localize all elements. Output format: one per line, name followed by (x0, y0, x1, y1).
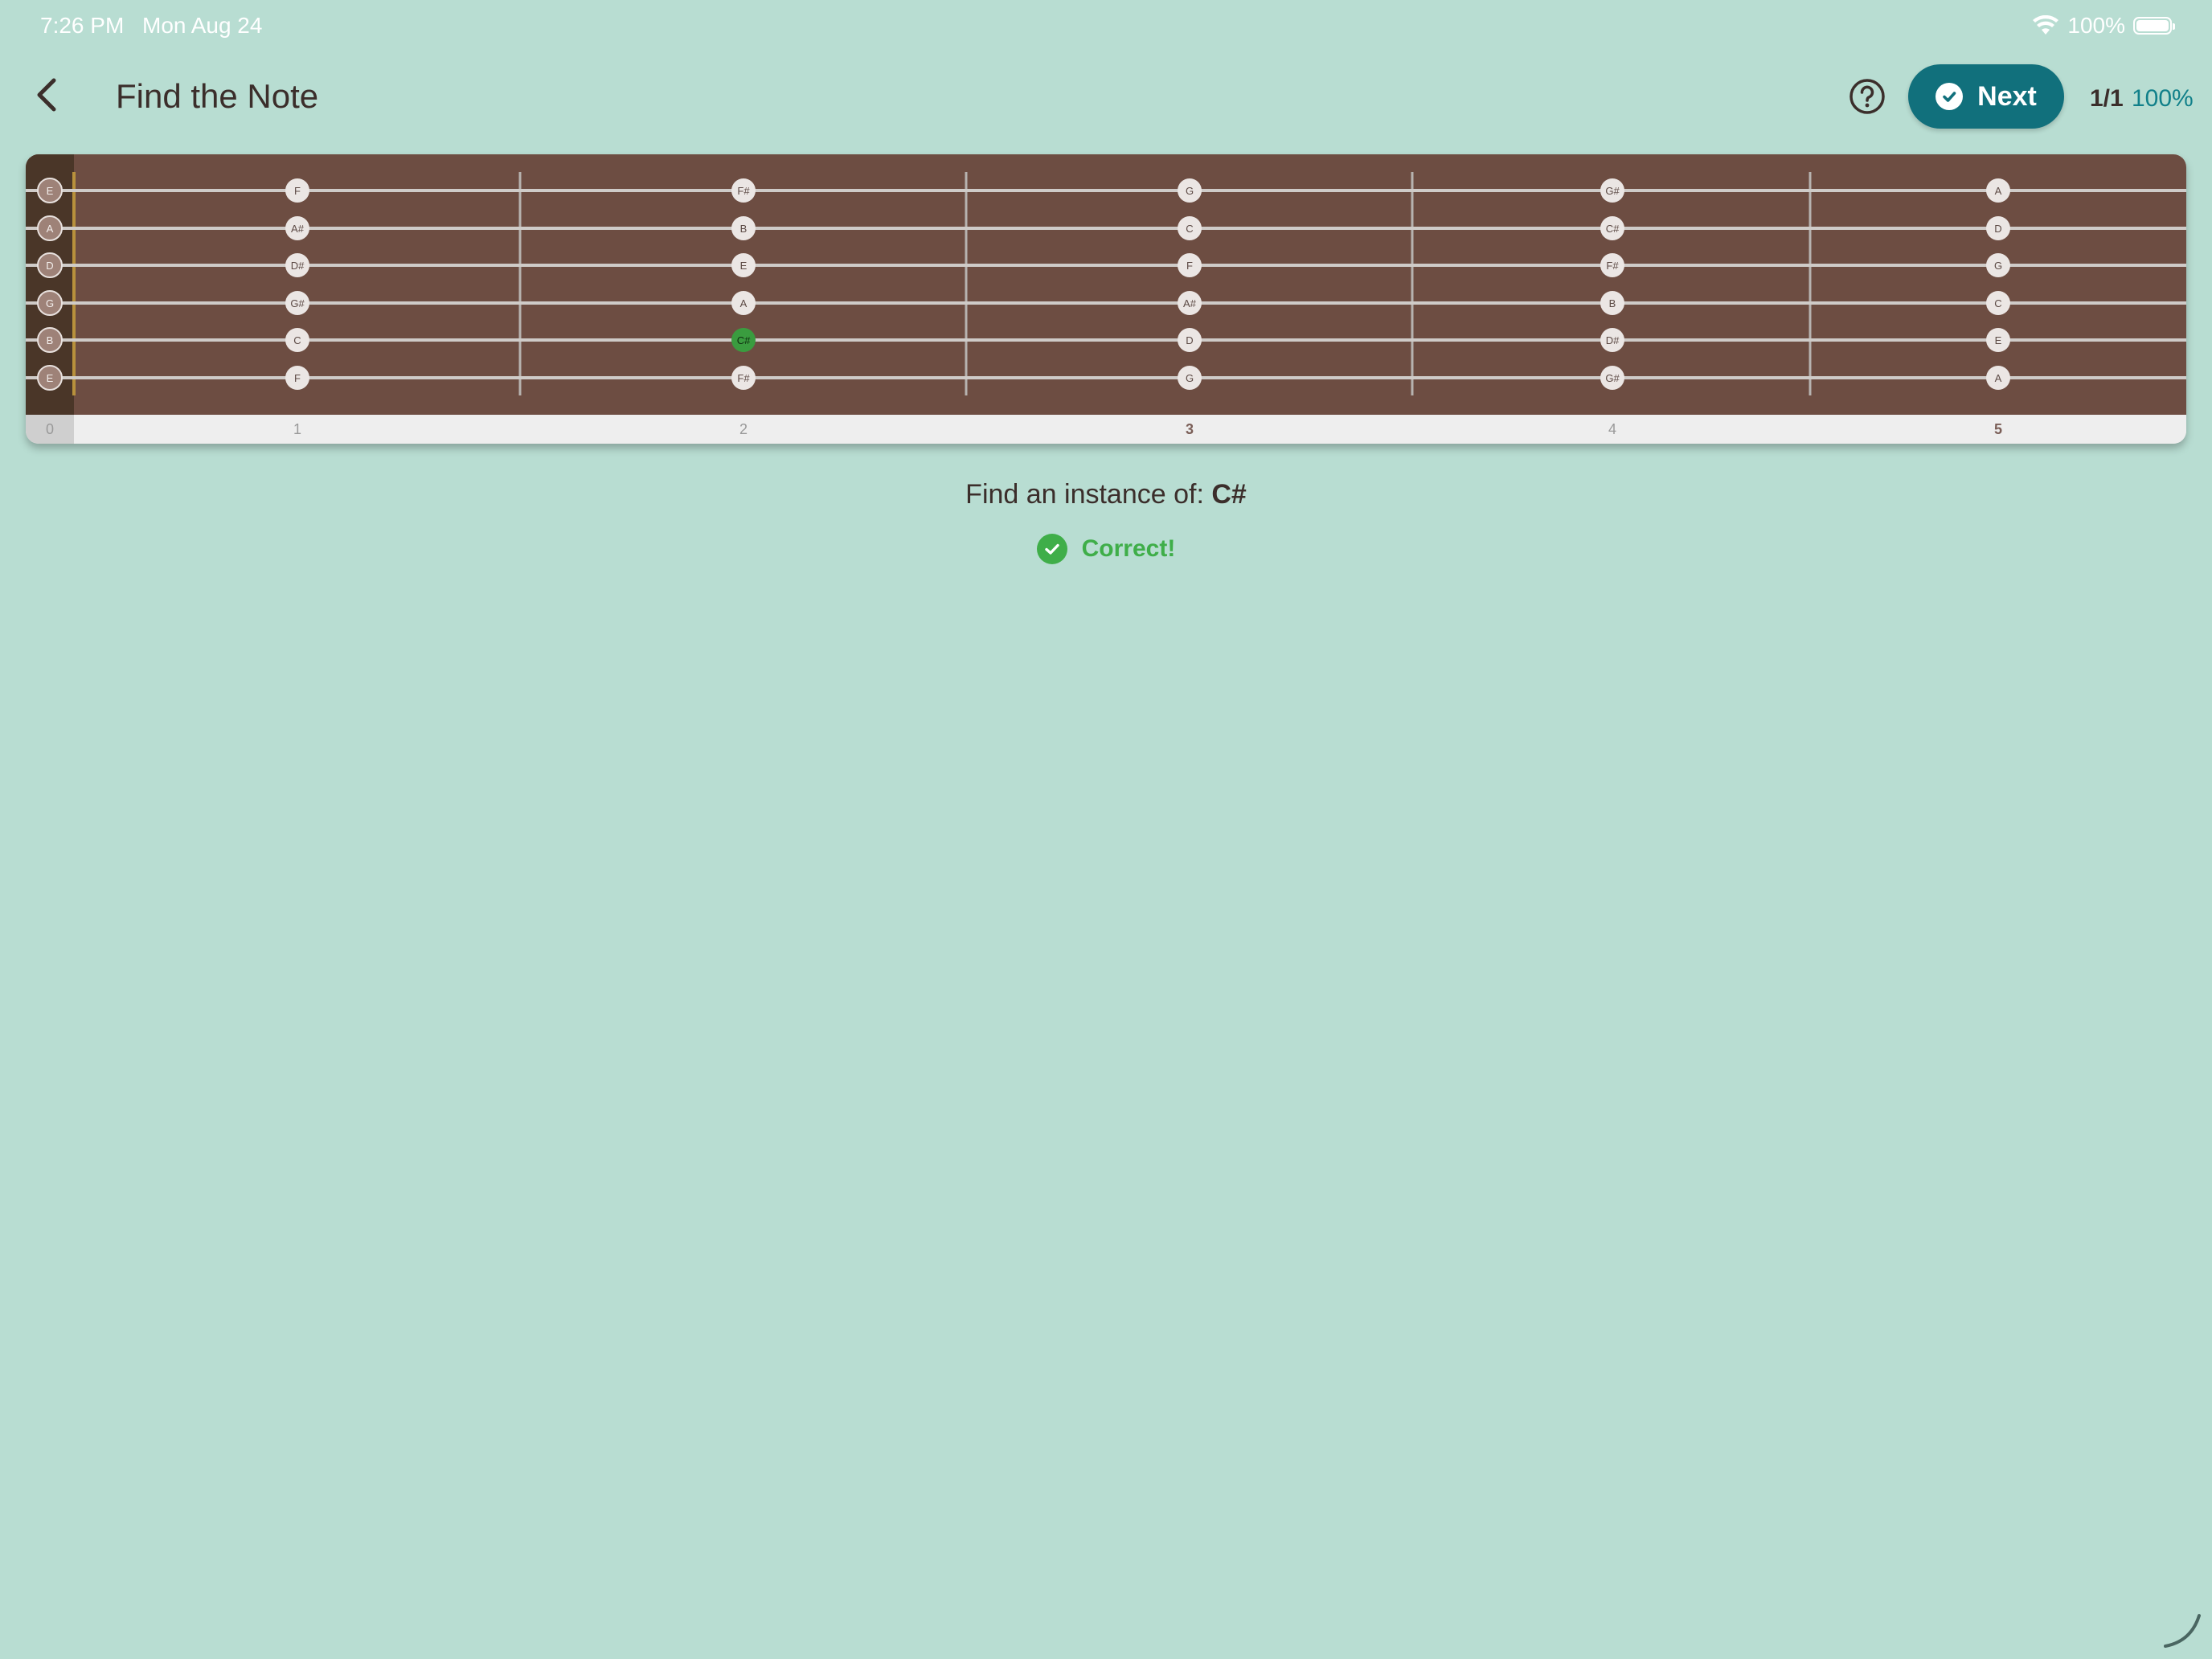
fret-number: 2 (739, 421, 748, 437)
fret-number-strip (74, 415, 2186, 444)
note-label: B (740, 223, 748, 235)
wifi-icon (2033, 15, 2059, 35)
page-title: Find the Note (116, 77, 319, 115)
guitar-string (26, 376, 2186, 379)
status-indicators: 100% (2032, 13, 2175, 39)
next-button-label: Next (1977, 80, 2037, 112)
note-label: C (293, 334, 301, 346)
note-label: G (1994, 260, 2002, 272)
back-button[interactable] (24, 72, 69, 117)
note-label: E (1995, 334, 2002, 346)
note-label: A (1995, 185, 2002, 197)
target-note: C# (1211, 479, 1247, 510)
fret-wire (518, 172, 522, 395)
note-label: G# (290, 297, 305, 309)
note-label: B (1609, 297, 1616, 309)
check-circle-icon (1036, 534, 1067, 564)
battery-percent: 100% (2067, 13, 2125, 38)
note-label: E (740, 260, 748, 272)
resize-handle-icon (2164, 1614, 2201, 1648)
progress-count: 1/1 (2090, 85, 2124, 112)
prompt-text: Find an instance of: (965, 479, 1212, 510)
open-string-label: G (46, 297, 54, 309)
note-label: G (1186, 372, 1194, 384)
note-label: F# (737, 372, 750, 384)
guitar-string (26, 189, 2186, 192)
feedback-text: Correct! (1081, 535, 1176, 562)
check-circle-icon (1936, 83, 1964, 110)
note-label: C# (737, 334, 751, 346)
note-label: F# (737, 185, 750, 197)
open-string-label: B (47, 334, 54, 346)
fret-number: 1 (293, 421, 301, 437)
fret-number: 5 (1994, 421, 2002, 437)
note-label: F# (1606, 260, 1619, 272)
note-label: G (1186, 185, 1194, 197)
question-prompt: Find an instance of: C# (0, 479, 2212, 510)
next-button[interactable]: Next (1908, 64, 2064, 129)
top-bar: Find the Note Next 1/1 100% (0, 56, 2212, 137)
fret-number: 4 (1608, 421, 1616, 437)
status-time: 7:26 PM (40, 13, 125, 38)
note-label: F (294, 372, 301, 384)
note-label: A (1995, 372, 2002, 384)
note-label: G# (1605, 185, 1620, 197)
fretboard-diagram: E A D G B E F F# G G# A A# B C C# D D# E F F# G G# A A# B C C C# D D#… (26, 154, 2186, 444)
fret-number: 3 (1186, 421, 1194, 437)
note-label: D (1186, 334, 1193, 346)
open-string-label: A (47, 223, 54, 235)
note-label: A (740, 297, 748, 309)
guitar-string (26, 301, 2186, 305)
note-label: F (1186, 260, 1193, 272)
help-icon[interactable] (1849, 78, 1886, 115)
note-label: D (1994, 223, 2001, 235)
status-date: Mon Aug 24 (142, 13, 263, 38)
progress-percent: 100% (2132, 85, 2194, 112)
fret-wire (965, 172, 968, 395)
fret-wire (1411, 172, 1414, 395)
note-label: A# (291, 223, 305, 235)
note-label: C (1994, 297, 2001, 309)
open-string-label: E (47, 372, 54, 384)
fretboard-wood (26, 154, 2186, 415)
note-label: G# (1605, 372, 1620, 384)
open-string-label: E (47, 185, 54, 197)
open-string-label: D (46, 260, 53, 272)
fret-wire (1809, 172, 1812, 395)
note-label: C# (1606, 223, 1620, 235)
feedback-message: Correct! (0, 534, 2212, 564)
nut (72, 172, 76, 395)
status-bar: 7:26 PM Mon Aug 24 100% (0, 0, 2212, 51)
guitar-string (26, 338, 2186, 342)
note-label: A# (1183, 297, 1197, 309)
guitar-string (26, 264, 2186, 267)
fretboard: E A D G B E F F# G G# A A# B C C# D D# E F F# G G# A A# B C C C# D D#… (26, 154, 2186, 444)
note-label: C (1186, 223, 1193, 235)
fret-number: 0 (46, 421, 54, 437)
note-label: D# (1606, 334, 1620, 346)
chevron-left-icon (37, 78, 56, 112)
note-label: D# (291, 260, 305, 272)
battery-icon (2133, 17, 2175, 35)
note-label: F (294, 185, 301, 197)
guitar-string (26, 227, 2186, 230)
